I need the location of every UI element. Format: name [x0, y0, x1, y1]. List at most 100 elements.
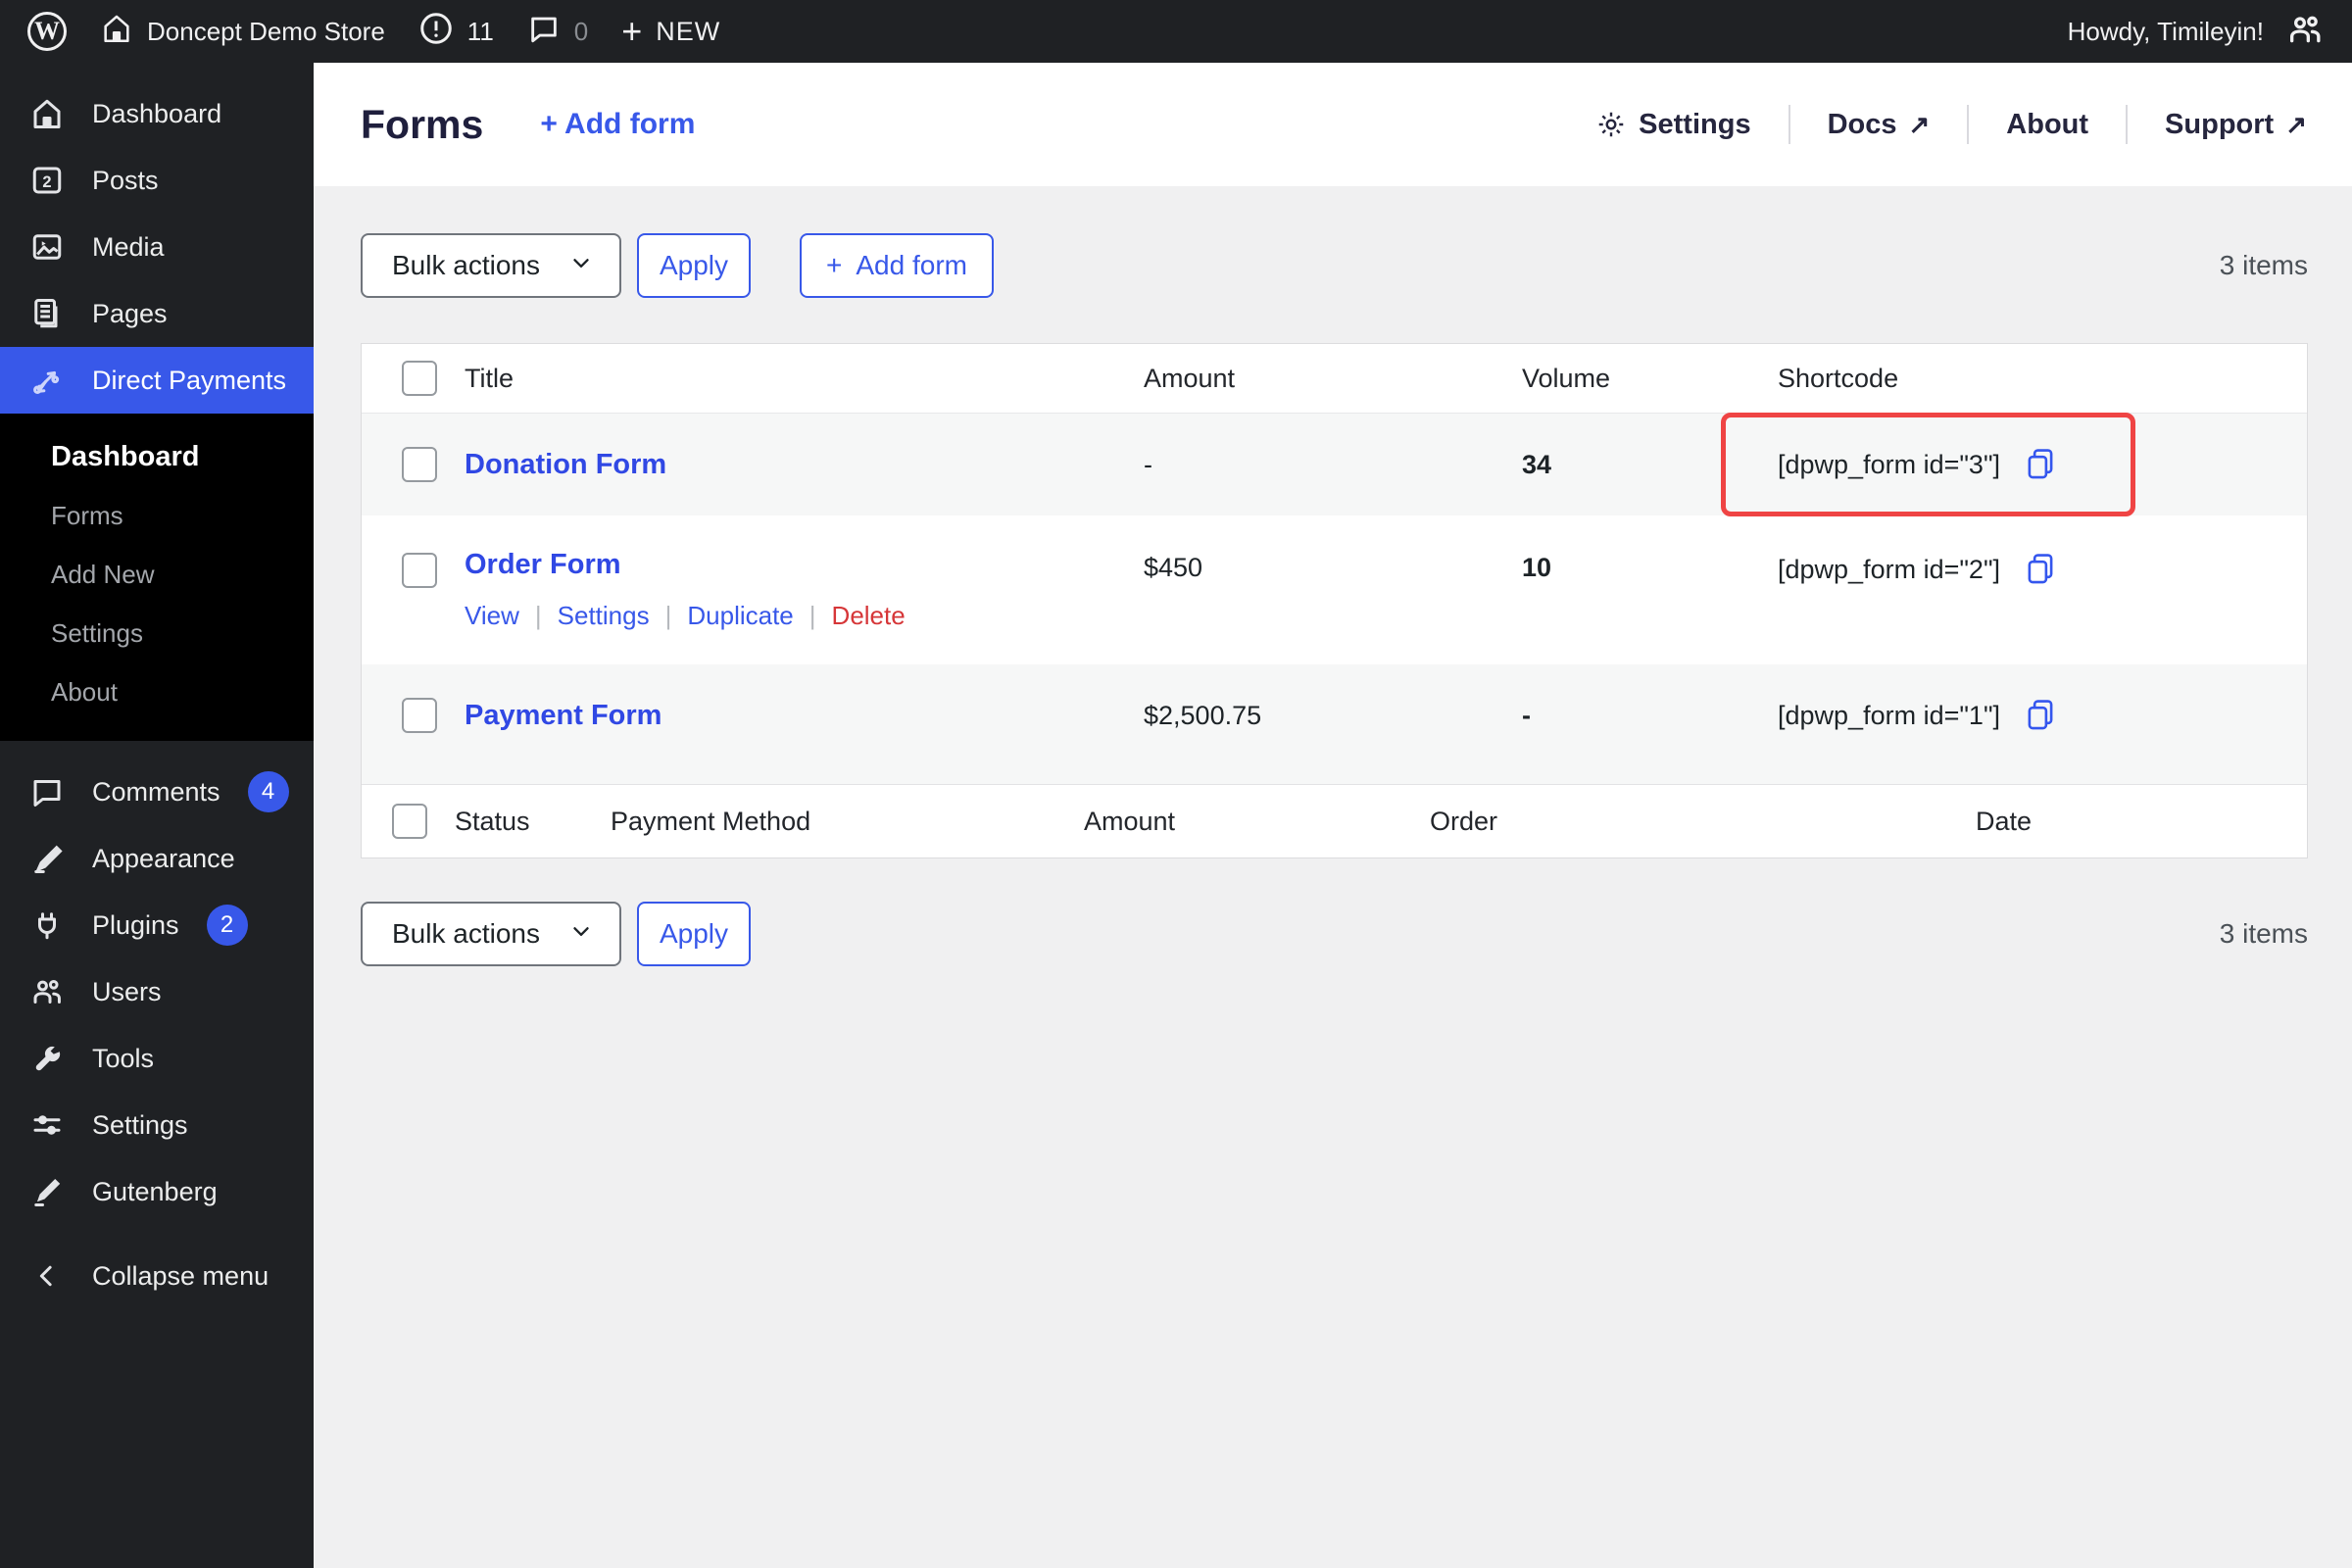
page-header: Forms + Add form Settings Docs ↗ About S… — [314, 63, 2352, 186]
comment-bubble-icon — [29, 774, 65, 809]
wordpress-logo-icon[interactable]: W — [27, 12, 67, 51]
sidebar-item-media[interactable]: Media — [0, 214, 314, 280]
admin-sidebar: Dashboard 2 Posts Media Pages Direct Pay… — [0, 63, 314, 1568]
header-link-settings[interactable]: Settings — [1558, 109, 1788, 141]
select-all-checkbox[interactable] — [402, 361, 437, 396]
shortcode-text: [dpwp_form id="2"] — [1778, 554, 2001, 584]
submenu-item-forms[interactable]: Forms — [0, 486, 314, 545]
apply-button[interactable]: Apply — [637, 233, 751, 298]
home-icon — [100, 12, 133, 52]
house-icon — [29, 96, 65, 131]
site-link[interactable]: Doncept Demo Store — [100, 12, 385, 52]
users-icon — [29, 974, 65, 1009]
shortcode-text: [dpwp_form id="3"] — [1778, 449, 2001, 479]
volume-cell: 10 — [1522, 553, 1552, 582]
plugins-count-badge: 2 — [206, 905, 248, 946]
items-count: 3 items — [2219, 918, 2308, 949]
column-header-volume[interactable]: Volume — [1522, 364, 1778, 394]
sidebar-item-plugins[interactable]: Plugins 2 — [0, 892, 314, 958]
plus-icon: + — [826, 250, 843, 280]
comments-count-badge: 4 — [247, 771, 289, 812]
apply-button[interactable]: Apply — [637, 902, 751, 966]
plug-icon — [29, 907, 65, 943]
shortcode-text: [dpwp_form id="1"] — [1778, 700, 2001, 730]
sidebar-item-settings[interactable]: Settings — [0, 1092, 314, 1158]
forms-table: Title Amount Volume Shortcode Donation F… — [361, 343, 2308, 858]
row-checkbox[interactable] — [402, 447, 437, 482]
form-title-link[interactable]: Donation Form — [465, 449, 666, 480]
collapse-menu-button[interactable]: Collapse menu — [0, 1243, 314, 1309]
table-header-row: Title Amount Volume Shortcode — [362, 344, 2307, 413]
delete-link[interactable]: Delete — [832, 601, 906, 631]
amount-cell: - — [1144, 449, 1152, 479]
alert-circle-icon — [418, 11, 454, 53]
sidebar-item-posts[interactable]: 2 Posts — [0, 147, 314, 214]
footer-header-payment-method: Payment Method — [611, 806, 811, 836]
direct-payments-submenu: Dashboard Forms Add New Settings About — [0, 414, 314, 741]
sidebar-item-pages[interactable]: Pages — [0, 280, 314, 347]
footer-header-status: Status — [455, 806, 530, 836]
sidebar-item-tools[interactable]: Tools — [0, 1025, 314, 1092]
table-row: Payment Form $2,500.75 - [dpwp_form id="… — [362, 664, 2307, 784]
submenu-item-settings[interactable]: Settings — [0, 604, 314, 662]
chevron-down-icon — [568, 250, 594, 282]
amount-cell: $2,500.75 — [1144, 700, 1262, 730]
admin-bar: W Doncept Demo Store 11 0 + NEW Howdy, T… — [0, 0, 2352, 63]
column-header-amount[interactable]: Amount — [1144, 364, 1522, 394]
posts-icon: 2 — [29, 163, 65, 198]
updates-indicator[interactable]: 11 — [418, 11, 494, 53]
chevron-left-icon — [29, 1261, 65, 1291]
howdy-greeting[interactable]: Howdy, Timileyin! — [2068, 17, 2264, 47]
bulk-actions-select[interactable]: Bulk actions — [361, 233, 621, 298]
sliders-icon — [29, 1107, 65, 1143]
row-checkbox[interactable] — [402, 553, 437, 588]
settings-link[interactable]: Settings — [558, 601, 650, 631]
copy-icon[interactable] — [2026, 553, 2055, 586]
table-row: Order Form View | Settings | Duplicate |… — [362, 515, 2307, 664]
form-title-link[interactable]: Payment Form — [465, 700, 662, 731]
pages-icon — [29, 296, 65, 331]
header-link-about[interactable]: About — [1969, 109, 2126, 141]
wrench-icon — [29, 1041, 65, 1076]
add-form-button[interactable]: + Add form — [800, 233, 994, 298]
bulk-actions-select[interactable]: Bulk actions — [361, 902, 621, 966]
column-header-shortcode: Shortcode — [1778, 363, 1899, 393]
svg-text:2: 2 — [42, 173, 51, 191]
select-all-checkbox[interactable] — [392, 804, 427, 839]
external-link-icon: ↗ — [2285, 109, 2307, 139]
submenu-item-dashboard[interactable]: Dashboard — [0, 427, 314, 486]
main-content: Forms + Add form Settings Docs ↗ About S… — [314, 63, 2352, 1568]
sidebar-item-users[interactable]: Users — [0, 958, 314, 1025]
comment-bubble-icon — [527, 12, 561, 52]
sidebar-item-comments[interactable]: Comments 4 — [0, 759, 314, 825]
header-link-docs[interactable]: Docs ↗ — [1790, 109, 1968, 141]
row-checkbox[interactable] — [402, 698, 437, 733]
sidebar-item-dashboard[interactable]: Dashboard — [0, 80, 314, 147]
submenu-item-add-new[interactable]: Add New — [0, 545, 314, 604]
comments-indicator[interactable]: 0 — [527, 12, 588, 52]
users-icon[interactable] — [2285, 10, 2325, 54]
external-link-icon: ↗ — [1908, 109, 1931, 139]
header-link-support[interactable]: Support ↗ — [2128, 109, 2307, 141]
form-title-link[interactable]: Order Form — [465, 549, 621, 580]
sidebar-item-direct-payments[interactable]: Direct Payments — [0, 347, 314, 414]
header-add-form-link[interactable]: + Add form — [540, 108, 695, 141]
top-toolbar: Bulk actions Apply + Add form 3 items — [361, 233, 2308, 298]
duplicate-link[interactable]: Duplicate — [687, 601, 793, 631]
sidebar-item-gutenberg[interactable]: Gutenberg — [0, 1158, 314, 1225]
new-content-button[interactable]: + NEW — [621, 14, 720, 49]
plus-icon: + — [621, 11, 643, 51]
column-header-title[interactable]: Title — [465, 364, 1144, 394]
amount-cell: $450 — [1144, 553, 1203, 582]
copy-icon[interactable] — [2026, 448, 2055, 481]
sidebar-item-appearance[interactable]: Appearance — [0, 825, 314, 892]
submenu-item-about[interactable]: About — [0, 662, 314, 721]
bottom-toolbar: Bulk actions Apply 3 items — [361, 902, 2308, 966]
chevron-down-icon — [568, 918, 594, 951]
view-link[interactable]: View — [465, 601, 519, 631]
comment-count: 0 — [573, 16, 589, 46]
copy-icon[interactable] — [2026, 699, 2055, 732]
volume-cell: - — [1522, 700, 1531, 730]
row-actions: View | Settings | Duplicate | Delete — [465, 601, 906, 631]
pencil-icon — [29, 1174, 65, 1209]
